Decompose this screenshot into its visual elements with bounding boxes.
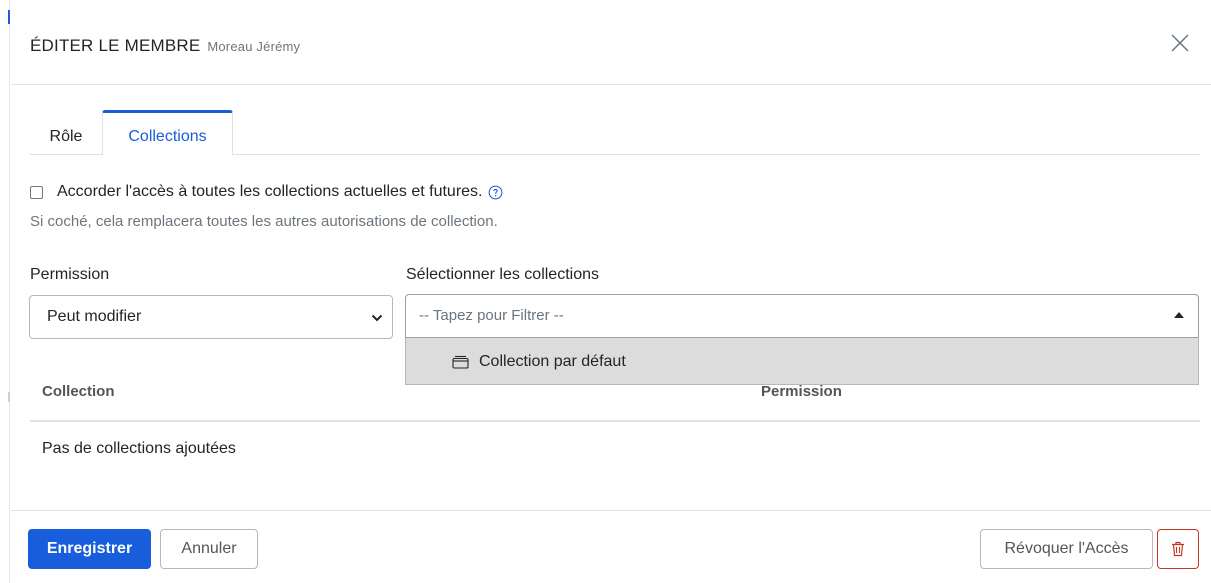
delete-button[interactable] <box>1157 529 1199 569</box>
save-button[interactable]: Enregistrer <box>28 529 151 569</box>
cancel-button[interactable]: Annuler <box>160 529 258 569</box>
tab-role[interactable]: Rôle <box>30 110 102 155</box>
background-accent <box>8 10 10 24</box>
empty-collections-message: Pas de collections ajoutées <box>42 440 236 457</box>
table-header-collection: Collection <box>42 383 115 400</box>
all-collections-option: Accorder l'accès à toutes les collection… <box>30 181 503 203</box>
background-accent-2 <box>8 392 10 402</box>
table-header-permission: Permission <box>761 383 842 400</box>
revoke-access-button[interactable]: Révoquer l'Accès <box>980 529 1153 569</box>
tab-collections[interactable]: Collections <box>102 110 233 156</box>
permission-select[interactable]: Peut modifier <box>29 295 393 339</box>
collections-dropdown: Collection par défaut <box>405 338 1199 385</box>
collection-option-default[interactable]: Collection par défaut <box>452 353 626 371</box>
dialog-header: ÉDITER LE MEMBRE Moreau Jérémy <box>11 0 1211 85</box>
collection-icon <box>452 355 469 369</box>
collection-option-label: Collection par défaut <box>479 353 626 370</box>
table-header-divider <box>30 420 1200 422</box>
dialog-footer: Enregistrer Annuler Révoquer l'Accès <box>11 510 1211 583</box>
tab-bar: Rôle Collections <box>30 110 1200 156</box>
permission-selected-value: Peut modifier <box>47 308 142 325</box>
trash-icon <box>1172 541 1184 557</box>
select-collections-label: Sélectionner les collections <box>406 266 599 283</box>
close-icon[interactable] <box>1169 32 1191 54</box>
all-collections-checkbox[interactable] <box>30 185 43 199</box>
background-page-edge <box>0 0 10 583</box>
member-name: Moreau Jérémy <box>207 39 301 54</box>
collections-filter-placeholder: -- Tapez pour Filtrer -- <box>419 307 564 324</box>
permission-label: Permission <box>30 266 110 283</box>
chevron-down-icon <box>371 314 383 322</box>
all-collections-hint: Si coché, cela remplacera toutes les aut… <box>30 213 498 230</box>
edit-member-dialog: ÉDITER LE MEMBRE Moreau Jérémy Rôle Coll… <box>11 0 1211 583</box>
caret-up-icon[interactable] <box>1174 312 1184 318</box>
all-collections-label[interactable]: Accorder l'accès à toutes les collection… <box>57 183 482 201</box>
collections-filter-input[interactable]: -- Tapez pour Filtrer -- <box>405 294 1199 338</box>
question-circle-icon[interactable] <box>488 185 503 200</box>
dialog-title: ÉDITER LE MEMBRE Moreau Jérémy <box>30 36 300 56</box>
dialog-title-text: ÉDITER LE MEMBRE <box>30 36 201 55</box>
